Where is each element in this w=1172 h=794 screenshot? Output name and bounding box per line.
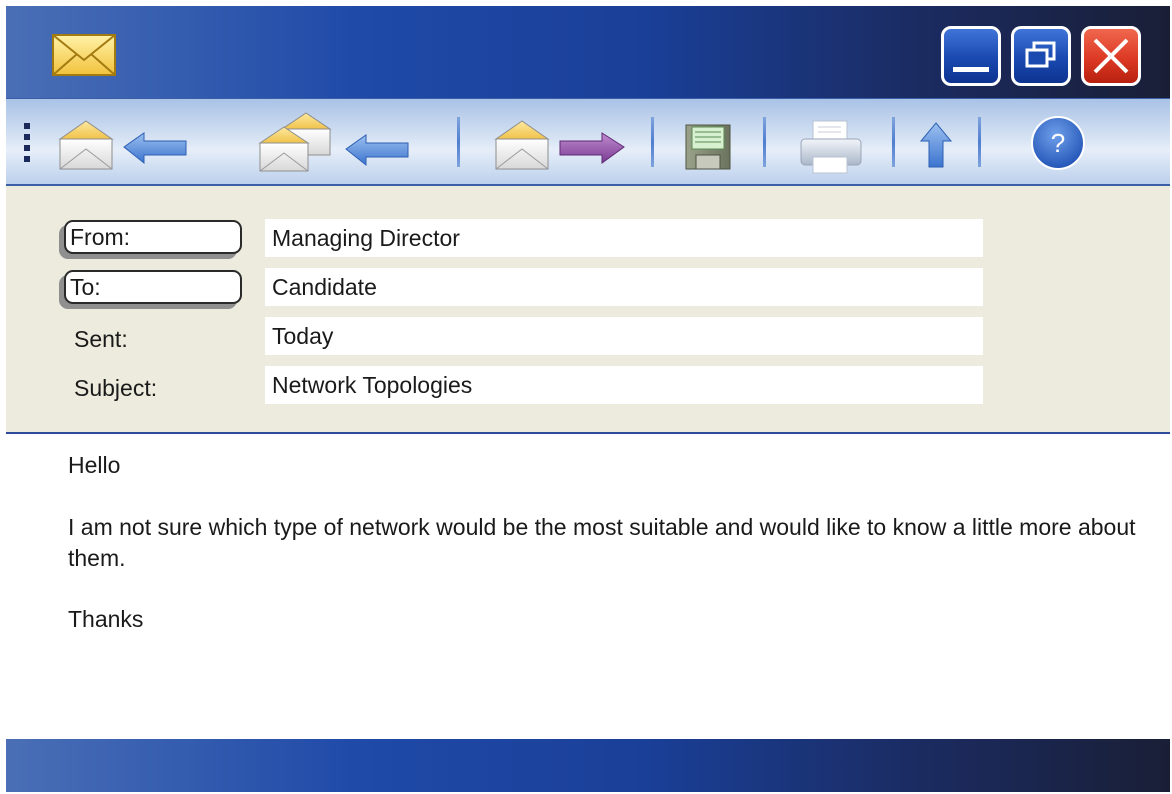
- forward-icon: [494, 120, 625, 170]
- close-button[interactable]: [1081, 26, 1141, 86]
- subject-field[interactable]: Network Topologies: [265, 366, 983, 404]
- title-bar: [6, 6, 1170, 98]
- reply-button[interactable]: [54, 99, 194, 187]
- status-bar: [6, 739, 1170, 792]
- minimize-button[interactable]: [941, 26, 1001, 86]
- sent-field: Today: [265, 317, 983, 355]
- to-field[interactable]: Candidate: [265, 268, 983, 306]
- help-icon: ?: [1031, 116, 1085, 170]
- toolbar-separator: [978, 117, 981, 167]
- help-button[interactable]: ?: [1030, 99, 1086, 187]
- sent-label: Sent:: [74, 326, 128, 352]
- toolbar: ?: [6, 98, 1170, 186]
- toolbar-grip[interactable]: [24, 123, 31, 163]
- to-label-button[interactable]: To:: [64, 270, 242, 304]
- toolbar-separator: [651, 117, 654, 167]
- upload-button[interactable]: [911, 99, 961, 187]
- help-label: ?: [1051, 128, 1065, 158]
- toolbar-separator: [457, 117, 460, 167]
- minimize-icon: [953, 67, 989, 72]
- message-greeting: Hello: [68, 452, 121, 478]
- reply-icon: [58, 120, 187, 170]
- print-button[interactable]: [791, 99, 871, 187]
- toolbar-separator: [892, 117, 895, 167]
- reply-all-icon: [258, 112, 409, 172]
- reply-all-button[interactable]: [254, 99, 414, 187]
- forward-button[interactable]: [490, 99, 630, 187]
- email-window: ? From: Managing Director To: Candidate …: [6, 6, 1170, 792]
- print-icon: [800, 120, 862, 174]
- up-arrow-icon: [919, 122, 953, 168]
- message-body[interactable]: Hello I am not sure which type of networ…: [6, 434, 1170, 739]
- restore-icon: [1025, 41, 1056, 68]
- envelope-icon: [52, 34, 116, 76]
- close-icon: [1093, 38, 1129, 74]
- save-button[interactable]: [678, 99, 738, 187]
- toolbar-separator: [763, 117, 766, 167]
- message-header: From: Managing Director To: Candidate Se…: [6, 186, 1170, 434]
- subject-label: Subject:: [74, 375, 158, 401]
- from-field[interactable]: Managing Director: [265, 219, 983, 257]
- message-text: I am not sure which type of network woul…: [68, 514, 1136, 571]
- message-closing: Thanks: [68, 606, 144, 632]
- save-icon: [685, 124, 731, 170]
- from-label-button[interactable]: From:: [64, 220, 242, 254]
- restore-button[interactable]: [1011, 26, 1071, 86]
